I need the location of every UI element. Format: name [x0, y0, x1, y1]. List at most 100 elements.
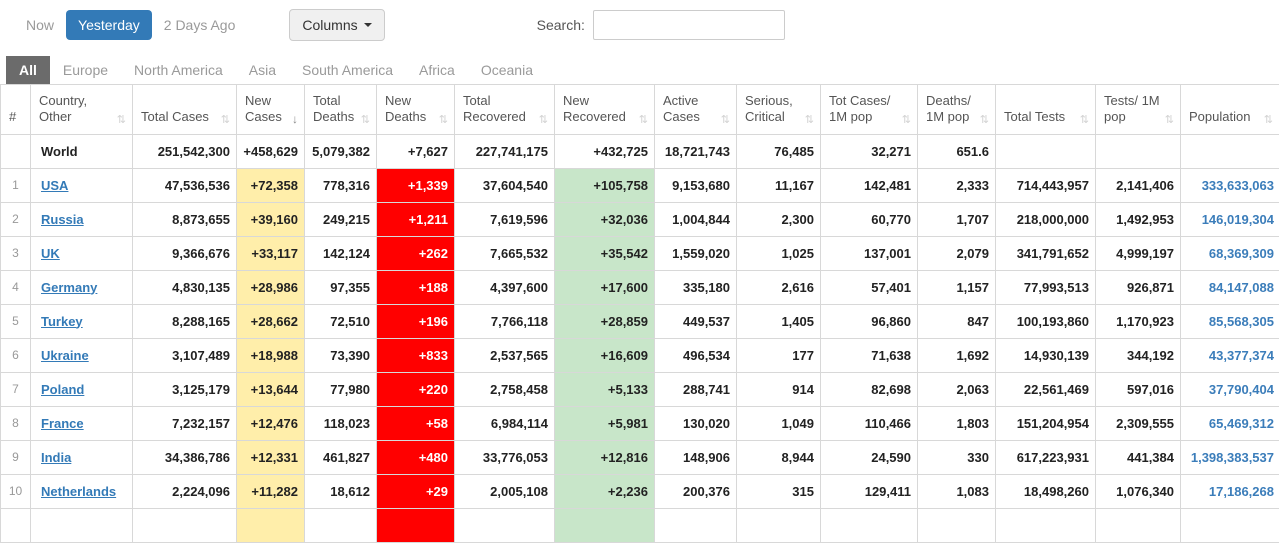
cell-population: 17,186,268: [1181, 474, 1279, 508]
cell-total-tests: 714,443,957: [996, 168, 1096, 202]
cell-tests-1m-pop: 441,384: [1096, 440, 1181, 474]
col-header-new-deaths[interactable]: New Deaths⇅: [377, 85, 455, 135]
region-tab-south-america[interactable]: South America: [289, 56, 406, 84]
population-link[interactable]: 333,633,063: [1202, 178, 1274, 193]
cell-serious-critical: 2,616: [737, 270, 821, 304]
cell-active-cases: [655, 508, 737, 542]
cell-deaths-1m-pop: 2,079: [918, 236, 996, 270]
col-header-deaths-1m-pop[interactable]: Deaths/ 1M pop⇅: [918, 85, 996, 135]
population-link[interactable]: 17,186,268: [1209, 484, 1274, 499]
population-link[interactable]: 146,019,304: [1202, 212, 1274, 227]
cell-new-deaths: [377, 508, 455, 542]
cell-tot-cases-1m-pop: 71,638: [821, 338, 918, 372]
cell-active-cases: 9,153,680: [655, 168, 737, 202]
time-tab-2-days-ago[interactable]: 2 Days Ago: [152, 10, 248, 40]
country-link[interactable]: Turkey: [41, 314, 83, 329]
cell-rank: 4: [1, 270, 31, 304]
col-header-new-recovered[interactable]: New Recovered⇅: [555, 85, 655, 135]
cell-population: 333,633,063: [1181, 168, 1279, 202]
country-link[interactable]: Germany: [41, 280, 97, 295]
cell-total-tests: 18,498,260: [996, 474, 1096, 508]
cell-total-tests: 14,930,139: [996, 338, 1096, 372]
country-link[interactable]: India: [41, 450, 71, 465]
cell-active-cases: 148,906: [655, 440, 737, 474]
col-header-new-cases[interactable]: New Cases↓: [237, 85, 305, 135]
cell-rank: [1, 134, 31, 168]
cell-new-recovered: +28,859: [555, 304, 655, 338]
cell-rank: 7: [1, 372, 31, 406]
cell-tot-cases-1m-pop: 110,466: [821, 406, 918, 440]
country-link[interactable]: France: [41, 416, 84, 431]
col-header-serious-critical[interactable]: Serious, Critical⇅: [737, 85, 821, 135]
population-link[interactable]: 43,377,374: [1209, 348, 1274, 363]
cell-total-cases: 2,224,096: [133, 474, 237, 508]
col-header-total-tests[interactable]: Total Tests⇅: [996, 85, 1096, 135]
cell-total-cases: 3,107,489: [133, 338, 237, 372]
population-link[interactable]: 84,147,088: [1209, 280, 1274, 295]
region-tab-oceania[interactable]: Oceania: [468, 56, 546, 84]
region-tab-all[interactable]: All: [6, 56, 50, 84]
cell-deaths-1m-pop: 2,333: [918, 168, 996, 202]
population-link[interactable]: 1,398,383,537: [1191, 450, 1274, 465]
col-header-tot-cases-1m-pop[interactable]: Tot Cases/ 1M pop⇅: [821, 85, 918, 135]
cell-country: Turkey: [31, 304, 133, 338]
population-link[interactable]: 65,469,312: [1209, 416, 1274, 431]
cell-tests-1m-pop: 1,492,953: [1096, 202, 1181, 236]
region-tab-africa[interactable]: Africa: [406, 56, 468, 84]
col-header-total-recovered[interactable]: Total Recovered⇅: [455, 85, 555, 135]
cell-total-deaths: 18,612: [305, 474, 377, 508]
country-link[interactable]: USA: [41, 178, 68, 193]
cell-tot-cases-1m-pop: 57,401: [821, 270, 918, 304]
population-link[interactable]: 37,790,404: [1209, 382, 1274, 397]
cell-rank: 9: [1, 440, 31, 474]
col-header-total-deaths[interactable]: Total Deaths⇅: [305, 85, 377, 135]
col-header-label: Tot Cases/ 1M pop: [829, 93, 900, 126]
cell-new-deaths: +188: [377, 270, 455, 304]
col-header-label: New Recovered: [563, 93, 637, 126]
time-tab-yesterday[interactable]: Yesterday: [66, 10, 152, 40]
country-link[interactable]: UK: [41, 246, 60, 261]
col-header-tests-1m-pop[interactable]: Tests/ 1M pop⇅: [1096, 85, 1181, 135]
cell-deaths-1m-pop: 1,083: [918, 474, 996, 508]
country-link[interactable]: Russia: [41, 212, 84, 227]
col-header-total-cases[interactable]: Total Cases⇅: [133, 85, 237, 135]
cell-new-deaths: +833: [377, 338, 455, 372]
cell-new-cases: +12,476: [237, 406, 305, 440]
region-tab-asia[interactable]: Asia: [236, 56, 289, 84]
region-tab-europe[interactable]: Europe: [50, 56, 121, 84]
cell-country: USA: [31, 168, 133, 202]
cell-country: UK: [31, 236, 133, 270]
cell-new-deaths: +29: [377, 474, 455, 508]
cell-rank: 5: [1, 304, 31, 338]
population-link[interactable]: 68,369,309: [1209, 246, 1274, 261]
country-link[interactable]: Netherlands: [41, 484, 116, 499]
cell-new-recovered: +16,609: [555, 338, 655, 372]
columns-button[interactable]: Columns: [289, 9, 384, 41]
cell-population: 37,790,404: [1181, 372, 1279, 406]
country-link[interactable]: Poland: [41, 382, 84, 397]
population-link[interactable]: 85,568,305: [1209, 314, 1274, 329]
cell-deaths-1m-pop: 847: [918, 304, 996, 338]
col-header-population[interactable]: Population⇅: [1181, 85, 1279, 135]
cell-new-deaths: +196: [377, 304, 455, 338]
cell-new-deaths: +7,627: [377, 134, 455, 168]
sort-icon: ⇅: [980, 113, 989, 126]
cell-rank: 2: [1, 202, 31, 236]
time-tab-group: NowYesterday2 Days Ago: [14, 10, 247, 40]
cell-population: 65,469,312: [1181, 406, 1279, 440]
country-link[interactable]: Ukraine: [41, 348, 89, 363]
cell-tot-cases-1m-pop: 82,698: [821, 372, 918, 406]
col-header-label: Population: [1189, 109, 1250, 125]
region-tab-north-america[interactable]: North America: [121, 56, 236, 84]
col-header-country[interactable]: Country, Other⇅: [31, 85, 133, 135]
cell-new-recovered: +105,758: [555, 168, 655, 202]
time-tab-now[interactable]: Now: [14, 10, 66, 40]
search-input[interactable]: [593, 10, 785, 40]
cell-population: [1181, 134, 1279, 168]
table-row: 1USA47,536,536+72,358778,316+1,33937,604…: [1, 168, 1279, 202]
cell-country: Germany: [31, 270, 133, 304]
partial-next-row: [1, 508, 1279, 542]
col-header-active-cases[interactable]: Active Cases⇅: [655, 85, 737, 135]
cell-country: Poland: [31, 372, 133, 406]
sort-icon: ⇅: [805, 113, 814, 126]
